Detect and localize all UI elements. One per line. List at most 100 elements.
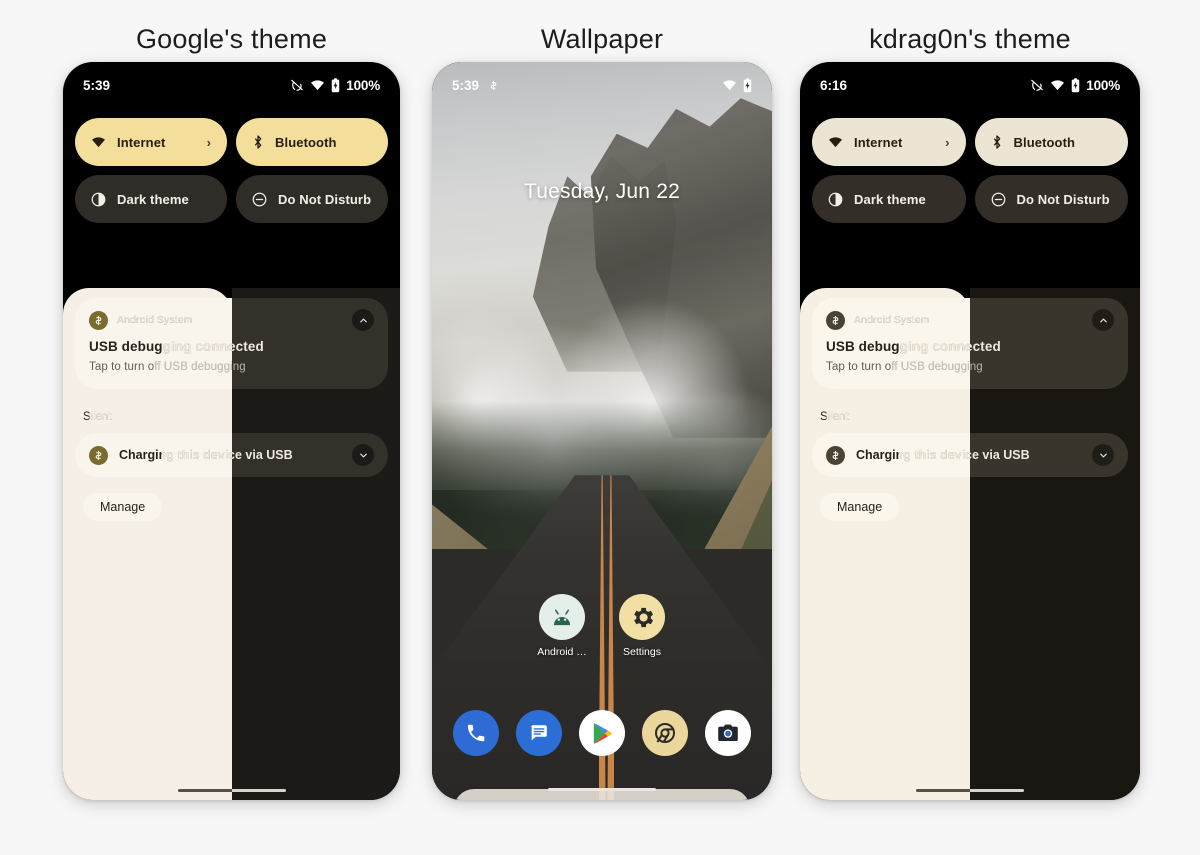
- android-system-icon: [89, 310, 108, 330]
- home-app-settings[interactable]: Settings: [612, 594, 672, 658]
- notification-title: USB debugging connected USB debugging co…: [89, 339, 264, 354]
- manage-button-label: Manage: [837, 500, 883, 514]
- notification-row-title: Charging this device via USB Charging th…: [856, 448, 1030, 462]
- notification-collapse-button[interactable]: [1092, 444, 1114, 466]
- chevron-right-icon: ›: [206, 134, 211, 150]
- phone-screen: 6:16 100% Internet › Bluetooth Dark them…: [800, 62, 1140, 800]
- status-bar: 6:16 100%: [800, 62, 1140, 108]
- quick-settings-row-2: Dark theme Do Not Disturb: [812, 175, 1128, 223]
- wifi-icon: [311, 80, 325, 91]
- comparison-board: Google's theme Wallpaper kdrag0n's theme…: [0, 0, 1200, 855]
- notification-charging-usb[interactable]: Charging this device via USB Charging th…: [812, 433, 1128, 477]
- qs-tile-internet[interactable]: Internet ›: [75, 118, 227, 166]
- dock-app-phone[interactable]: [453, 710, 499, 756]
- phone-wallpaper: 5:39 Tuesday, Jun 22 Android … Settings: [432, 62, 772, 800]
- qs-tile-dark-theme[interactable]: Dark theme: [75, 175, 227, 223]
- android-system-icon: [89, 445, 108, 465]
- home-indicator[interactable]: [548, 787, 656, 791]
- qs-tile-bluetooth[interactable]: Bluetooth: [974, 118, 1128, 166]
- alarm-off-icon: [291, 79, 304, 91]
- android-icon: [539, 594, 585, 640]
- notification-shade: Android System Android System USB debugg…: [63, 288, 400, 800]
- chrome-icon: [655, 723, 675, 743]
- home-indicator[interactable]: [177, 789, 286, 792]
- chevron-up-icon: [359, 318, 367, 322]
- notification-expand-button[interactable]: [1092, 309, 1114, 331]
- manage-button[interactable]: Manage: [83, 493, 163, 521]
- status-bar: 5:39: [432, 62, 772, 108]
- home-indicator[interactable]: [916, 789, 1024, 792]
- dark-theme-icon: [828, 192, 843, 206]
- qs-tile-do-not-disturb[interactable]: Do Not Disturb: [974, 175, 1128, 223]
- home-indicator-right: [231, 789, 286, 792]
- phone-screen: 5:39 100% Internet › Bluetooth Dark them…: [63, 62, 400, 800]
- qs-tile-label: Do Not Disturb: [278, 191, 372, 207]
- qs-tile-label: Bluetooth: [275, 134, 337, 150]
- notification-usb-debugging[interactable]: Android System Android System USB debugg…: [75, 298, 388, 389]
- status-time: 5:39: [452, 77, 480, 93]
- notification-list: Android System Android System USB debugg…: [800, 288, 1140, 800]
- battery-charging-icon: [1072, 77, 1080, 92]
- home-app-label: Android …: [537, 646, 587, 658]
- do-not-disturb-icon: [991, 192, 1005, 206]
- lock-date: Tuesday, Jun 22: [524, 180, 680, 203]
- home-indicator-right: [970, 789, 1024, 792]
- notification-subtitle: Tap to turn off USB debugging Tap to tur…: [89, 361, 246, 373]
- play-store-icon: [593, 722, 612, 744]
- notification-row-title: Charging this device via USB Charging th…: [119, 448, 293, 462]
- dock-app-messages[interactable]: [516, 710, 562, 756]
- home-indicator-left: [916, 789, 970, 792]
- chevron-down-icon: [1099, 453, 1107, 457]
- home-app-label: Settings: [623, 646, 661, 658]
- wifi-icon: [92, 137, 105, 148]
- usb-icon: [490, 80, 497, 90]
- battery-percent: 100%: [346, 77, 380, 93]
- chevron-down-icon: [359, 453, 367, 457]
- home-app-row: Android … Settings: [432, 594, 772, 658]
- qs-tile-label: Internet: [117, 134, 166, 150]
- status-time: 5:39: [83, 77, 111, 93]
- notification-shade: Android System Android System USB debugg…: [800, 288, 1140, 800]
- status-time: 6:16: [820, 77, 848, 93]
- silent-section-label: Silent Silent: [83, 411, 112, 423]
- battery-percent: 100%: [1086, 77, 1120, 93]
- notification-usb-debugging[interactable]: Android System Android System USB debugg…: [812, 298, 1128, 389]
- qs-tile-do-not-disturb[interactable]: Do Not Disturb: [236, 175, 388, 223]
- quick-settings-row-2: Dark theme Do Not Disturb: [75, 175, 388, 223]
- dock-app-chrome[interactable]: [642, 710, 688, 756]
- silent-section-label: Silent Silent: [820, 411, 849, 423]
- dock-app-camera[interactable]: [705, 710, 751, 756]
- home-app-android[interactable]: Android …: [532, 594, 592, 658]
- wifi-icon: [829, 137, 842, 148]
- chevron-up-icon: [1099, 318, 1107, 322]
- qs-tile-bluetooth[interactable]: Bluetooth: [236, 118, 388, 166]
- status-bar: 5:39 100%: [63, 62, 400, 108]
- manage-button[interactable]: Manage: [820, 493, 900, 521]
- quick-settings-panel: Internet › Bluetooth Dark theme Do Not D…: [63, 118, 400, 232]
- battery-charging-icon: [743, 77, 752, 92]
- column-title-wallpaper: Wallpaper: [540, 24, 664, 54]
- qs-tile-label: Do Not Disturb: [1016, 191, 1110, 207]
- dock: [432, 710, 772, 756]
- home-screen: 5:39 Tuesday, Jun 22 Android … Settings: [432, 62, 772, 800]
- qs-tile-label: Bluetooth: [1013, 134, 1076, 150]
- notification-charging-usb[interactable]: Charging this device via USB Charging th…: [75, 433, 388, 477]
- phone-icon: [467, 724, 485, 742]
- dock-app-play-store[interactable]: [579, 710, 625, 756]
- android-system-icon: [826, 445, 845, 465]
- bluetooth-icon: [993, 135, 1000, 149]
- notification-subtitle: Tap to turn off USB debugging Tap to tur…: [826, 361, 983, 373]
- quick-settings-row-1: Internet › Bluetooth: [75, 118, 388, 166]
- qs-tile-dark-theme[interactable]: Dark theme: [812, 175, 966, 223]
- do-not-disturb-icon: [252, 192, 267, 206]
- notification-expand-button[interactable]: [352, 309, 374, 331]
- camera-icon: [718, 724, 738, 741]
- notification-title: USB debugging connected USB debugging co…: [826, 339, 1001, 354]
- alarm-off-icon: [1031, 79, 1044, 91]
- battery-charging-icon: [332, 77, 340, 92]
- column-title-kdragon: kdrag0n's theme: [869, 24, 1071, 54]
- notification-app-name: Android System Android System: [117, 314, 193, 326]
- notification-collapse-button[interactable]: [352, 444, 374, 466]
- qs-tile-internet[interactable]: Internet ›: [812, 118, 966, 166]
- column-title-google: Google's theme: [135, 24, 328, 54]
